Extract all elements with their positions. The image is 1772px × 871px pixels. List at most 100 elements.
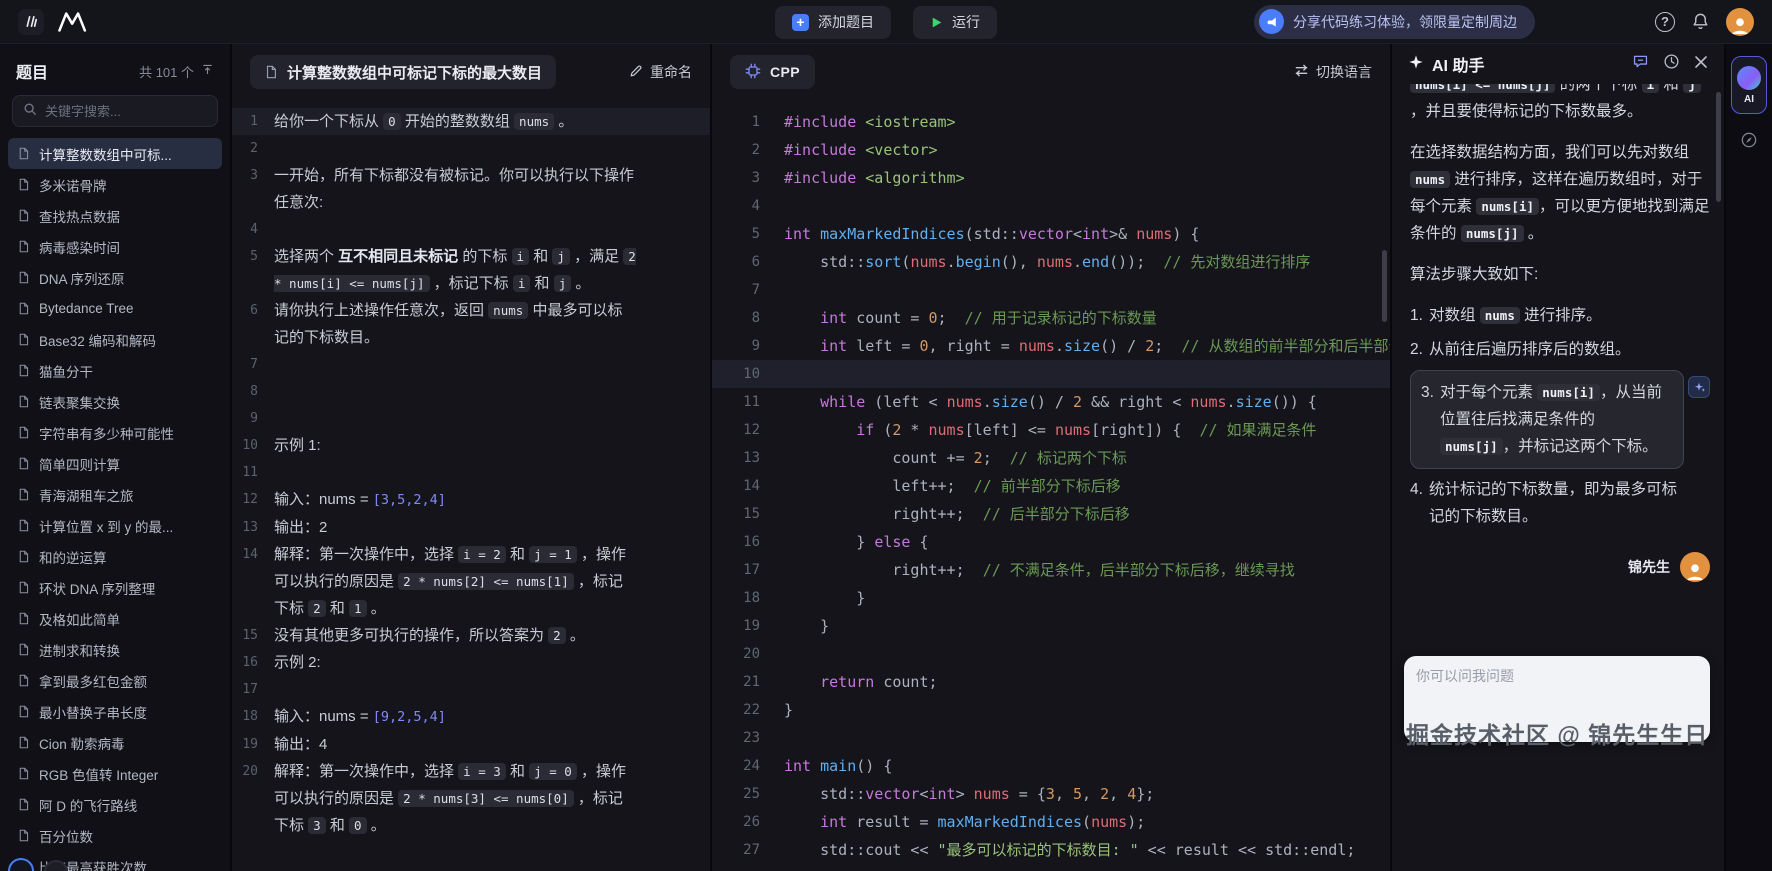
sidebar-item[interactable]: 青海湖租车之旅 xyxy=(8,479,222,510)
code-line[interactable]: 15 right++; // 后半部分下标后移 xyxy=(712,500,1390,528)
code-line[interactable]: 22} xyxy=(712,696,1390,724)
sidebar-item[interactable]: Base32 编码和解码 xyxy=(8,324,222,355)
sidebar-item[interactable]: 猫鱼分干 xyxy=(8,355,222,386)
code-line[interactable]: 13 count += 2; // 标记两个下标 xyxy=(712,444,1390,472)
code-line[interactable]: 10 xyxy=(712,360,1390,388)
sidebar-item[interactable]: 简单四则计算 xyxy=(8,448,222,479)
problem-line[interactable]: 1 给你一个下标从 0 开始的整数数组 nums 。 xyxy=(232,108,710,135)
run-button[interactable]: 运行 xyxy=(913,5,997,39)
code-line[interactable]: 3 #include <algorithm> xyxy=(712,164,1390,192)
problem-line[interactable]: 10 示例 1: xyxy=(232,432,710,459)
code-line[interactable]: 12 if (2 * nums[left] <= nums[right]) { … xyxy=(712,416,1390,444)
sidebar-item[interactable]: DNA 序列还原 xyxy=(8,262,222,293)
problem-line[interactable]: 12 输入：nums = [3,5,2,4] xyxy=(232,486,710,514)
search-input[interactable] xyxy=(45,103,207,119)
problem-title-tab[interactable]: 计算整数数组中可标记下标的最大数目 xyxy=(250,55,557,89)
code-editor[interactable]: 1 #include <iostream> 2 #include <vector> 3 #… xyxy=(712,100,1390,871)
ai-assistant-rail-item[interactable]: AI xyxy=(1731,56,1767,114)
problem-line[interactable]: 4 xyxy=(232,216,710,243)
bell-icon[interactable] xyxy=(1691,12,1710,31)
sidebar-item[interactable]: 病毒感染时间 xyxy=(8,231,222,262)
sidebar-item[interactable]: RGB 色值转 Integer xyxy=(8,758,222,789)
close-icon[interactable] xyxy=(1694,55,1708,74)
code-line[interactable]: 24 int main() { xyxy=(712,752,1390,780)
code-line[interactable]: 6 std::sort(nums.begin(), nums.end()); /… xyxy=(712,248,1390,276)
problem-line[interactable]: 14 解释：第一次操作中，选择 i = 2 和 j = 1 ，操作可以执行的原因是… xyxy=(232,541,710,622)
problem-line[interactable]: 6 请你执行上述操作任意次，返回 nums 中最多可以标记的下标数目。 xyxy=(232,297,710,351)
code-line[interactable]: 8 int count = 0; // 用于记录标记的下标数量 xyxy=(712,304,1390,332)
ai-scrollbar[interactable] xyxy=(1716,92,1721,202)
code-line[interactable]: 17 right++; // 不满足条件，后半部分下标后移，继续寻找 xyxy=(712,556,1390,584)
add-problem-button[interactable]: + 添加题目 xyxy=(775,5,891,39)
floating-bubbles[interactable] xyxy=(8,858,68,871)
sidebar-item[interactable]: Cion 勒索病毒 xyxy=(8,727,222,758)
collapse-list-icon[interactable] xyxy=(201,63,214,79)
problem-line[interactable]: 18 输入：nums = [9,2,5,4] xyxy=(232,703,710,731)
problem-line[interactable]: 20 解释：第一次操作中，选择 i = 3 和 j = 0 ，操作可以执行的原因是… xyxy=(232,758,710,839)
code-line[interactable]: 25 std::vector<int> nums = {3, 5, 2, 4}; xyxy=(712,780,1390,808)
user-avatar[interactable] xyxy=(1726,7,1754,36)
switch-language-button[interactable]: 切换语言 xyxy=(1294,62,1372,82)
sidebar-item[interactable]: 百分位数 xyxy=(8,820,222,851)
inline-code: 1 xyxy=(349,600,367,617)
problem-editor[interactable]: 1 给你一个下标从 0 开始的整数数组 nums 。 2 3 一开始，所有下标都没有被标… xyxy=(232,100,710,871)
code-line[interactable]: 18 } xyxy=(712,584,1390,612)
sidebar-item[interactable]: 计算位置 x 到 y 的最... xyxy=(8,510,222,541)
sidebar-item[interactable]: 阿 D 的飞行路线 xyxy=(8,789,222,820)
sidebar-item[interactable]: 最小替换子串长度 xyxy=(8,696,222,727)
brand-logo-icon[interactable] xyxy=(56,11,90,33)
problem-line[interactable]: 16 示例 2: xyxy=(232,649,710,676)
problem-line[interactable]: 5 选择两个 互不相同且未标记 的下标 i 和 j ，满足 2 * nums[i]… xyxy=(232,243,710,297)
sidebar-item[interactable]: 计算整数数组中可标... xyxy=(8,138,222,169)
language-tab[interactable]: CPP xyxy=(730,55,815,89)
editor-scrollbar[interactable] xyxy=(1382,250,1387,322)
share-conversation-icon[interactable] xyxy=(1632,53,1649,75)
code-line[interactable]: 20 xyxy=(712,640,1390,668)
rail-tool-icon[interactable] xyxy=(1739,130,1759,150)
help-icon[interactable]: ? xyxy=(1655,11,1675,32)
code-line[interactable]: 5 int maxMarkedIndices(std::vector<int>& … xyxy=(712,220,1390,248)
problem-line[interactable]: 3 一开始，所有下标都没有被标记。你可以执行以下操作任意次: xyxy=(232,162,710,216)
sidebar-item[interactable]: 环状 DNA 序列整理 xyxy=(8,572,222,603)
history-icon[interactable] xyxy=(1663,53,1680,75)
sidebar-item[interactable]: 查找热点数据 xyxy=(8,200,222,231)
sidebar-item[interactable]: 和的逆运算 xyxy=(8,541,222,572)
code-line[interactable]: 14 left++; // 前半部分下标后移 xyxy=(712,472,1390,500)
sidebar-item[interactable]: 拿到最多红包金额 xyxy=(8,665,222,696)
problem-line[interactable]: 19 输出：4 xyxy=(232,731,710,758)
ai-sparkle-button[interactable] xyxy=(1688,376,1710,398)
ai-question-input[interactable] xyxy=(1416,666,1698,732)
code-line[interactable]: 9 int left = 0, right = nums.size() / 2;… xyxy=(712,332,1390,360)
rename-button[interactable]: 重命名 xyxy=(629,62,692,82)
problem-line[interactable]: 15 没有其他更多可执行的操作，所以答案为 2 。 xyxy=(232,622,710,649)
code-line[interactable]: 7 xyxy=(712,276,1390,304)
code-line[interactable]: 21 return count; xyxy=(712,668,1390,696)
code-line-text: int result = maxMarkedIndices(nums); xyxy=(820,813,1146,831)
problem-line[interactable]: 13 输出：2 xyxy=(232,514,710,541)
problem-line[interactable]: 8 xyxy=(232,378,710,405)
sidebar-item[interactable]: 多米诺骨牌 xyxy=(8,169,222,200)
floating-bubble-icon[interactable] xyxy=(44,860,68,871)
code-line[interactable]: 2 #include <vector> xyxy=(712,136,1390,164)
problem-line[interactable]: 2 xyxy=(232,135,710,162)
code-line[interactable]: 23 xyxy=(712,724,1390,752)
app-icon[interactable] xyxy=(18,8,44,35)
code-line[interactable]: 16 } else { xyxy=(712,528,1390,556)
code-line[interactable]: 26 int result = maxMarkedIndices(nums); xyxy=(712,808,1390,836)
sidebar-item[interactable]: 进制求和转换 xyxy=(8,634,222,665)
sidebar-item[interactable]: 及格如此简单 xyxy=(8,603,222,634)
code-line[interactable]: 4 xyxy=(712,192,1390,220)
problem-line[interactable]: 11 xyxy=(232,459,710,486)
code-line[interactable]: 11 while (left < nums.size() / 2 && righ… xyxy=(712,388,1390,416)
share-banner[interactable]: 分享代码练习体验，领限量定制周边 xyxy=(1254,4,1535,39)
problem-line[interactable]: 7 xyxy=(232,351,710,378)
sidebar-item[interactable]: 字符串有多少种可能性 xyxy=(8,417,222,448)
code-line[interactable]: 19 } xyxy=(712,612,1390,640)
code-line[interactable]: 27 std::cout << "最多可以标记的下标数目: " << resul… xyxy=(712,836,1390,864)
sidebar-item[interactable]: 链表聚集交换 xyxy=(8,386,222,417)
code-line[interactable]: 1 #include <iostream> xyxy=(712,108,1390,136)
floating-bubble-icon[interactable] xyxy=(8,858,34,871)
sidebar-item[interactable]: Bytedance Tree xyxy=(8,293,222,324)
problem-line[interactable]: 9 xyxy=(232,405,710,432)
problem-line[interactable]: 17 xyxy=(232,676,710,703)
